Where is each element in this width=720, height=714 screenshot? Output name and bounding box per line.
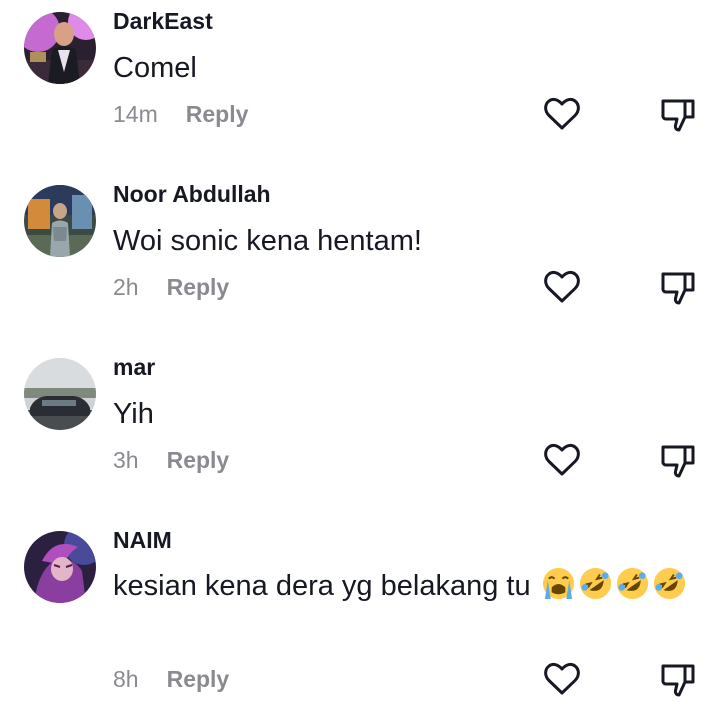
thumbs-down-outline-icon xyxy=(661,99,695,132)
heart-outline-icon xyxy=(544,97,580,130)
loudly-crying-face-icon xyxy=(541,566,576,601)
comment-time: 14m xyxy=(113,101,158,127)
reply-button[interactable]: Reply xyxy=(186,101,249,127)
dislike-button[interactable] xyxy=(658,267,698,307)
comment-meta: 3h Reply xyxy=(113,447,229,474)
comment-text: Yih xyxy=(113,398,154,430)
comment-text: Woi sonic kena hentam! xyxy=(113,225,422,257)
comment-time: 8h xyxy=(113,666,139,692)
like-button[interactable] xyxy=(542,267,582,307)
thumbs-down-outline-icon xyxy=(661,445,695,478)
comment-text: Comel xyxy=(113,52,197,84)
heart-outline-icon xyxy=(544,443,580,476)
comment-username[interactable]: Noor Abdullah xyxy=(113,181,271,208)
comment-username[interactable]: mar xyxy=(113,354,155,381)
thumbs-down-outline-icon xyxy=(661,664,695,697)
reply-button[interactable]: Reply xyxy=(167,447,230,473)
reply-button[interactable]: Reply xyxy=(167,274,230,300)
comment-meta: 8h Reply xyxy=(113,666,229,693)
comment-time: 3h xyxy=(113,447,139,473)
comment-username[interactable]: DarkEast xyxy=(113,8,213,35)
comment-meta: 14m Reply xyxy=(113,101,248,128)
like-button[interactable] xyxy=(542,659,582,699)
comment-text-content: kesian kena dera yg belakang tu xyxy=(113,570,531,602)
comment-username[interactable]: NAIM xyxy=(113,527,172,554)
comment-text: kesian kena dera yg belakang tu xyxy=(113,564,698,608)
rolling-on-floor-laughing-icon xyxy=(615,566,650,601)
thumbs-down-outline-icon xyxy=(661,272,695,305)
avatar[interactable] xyxy=(24,12,96,84)
like-button[interactable] xyxy=(542,440,582,480)
comment-meta: 2h Reply xyxy=(113,274,229,301)
avatar[interactable] xyxy=(24,358,96,430)
dislike-button[interactable] xyxy=(658,440,698,480)
comment-time: 2h xyxy=(113,274,139,300)
rolling-on-floor-laughing-icon xyxy=(578,566,613,601)
dislike-button[interactable] xyxy=(658,94,698,134)
avatar[interactable] xyxy=(24,185,96,257)
avatar[interactable] xyxy=(24,531,96,603)
reply-button[interactable]: Reply xyxy=(167,666,230,692)
heart-outline-icon xyxy=(544,662,580,695)
rolling-on-floor-laughing-icon xyxy=(652,566,687,601)
heart-outline-icon xyxy=(544,270,580,303)
like-button[interactable] xyxy=(542,94,582,134)
dislike-button[interactable] xyxy=(658,659,698,699)
